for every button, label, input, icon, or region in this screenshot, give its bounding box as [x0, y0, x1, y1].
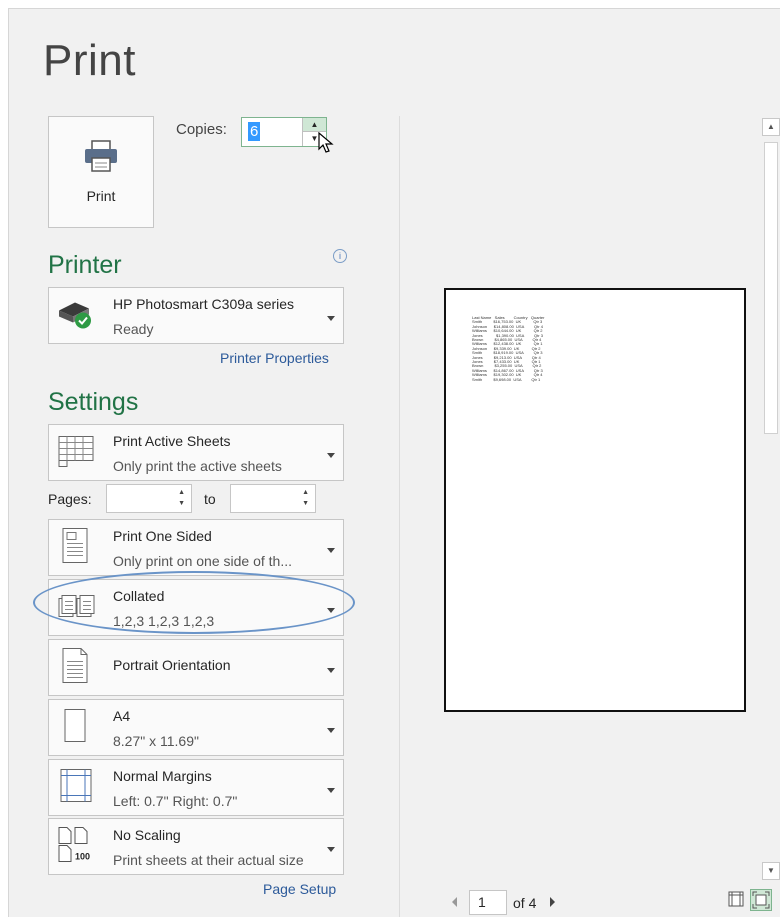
- portrait-icon: [55, 645, 95, 690]
- print-button-label: Print: [86, 188, 116, 204]
- scaling-icon: 100: [55, 823, 97, 870]
- show-margins-icon[interactable]: [726, 889, 748, 911]
- page-title: Print: [43, 36, 136, 85]
- panel-divider: [399, 116, 400, 917]
- scrollbar-thumb[interactable]: [764, 142, 778, 434]
- paper-size-dropdown[interactable]: A4 8.27" x 11.69": [48, 699, 344, 756]
- margins-icon: [55, 765, 95, 810]
- orientation-label: Portrait Orientation: [113, 657, 231, 673]
- print-preview-page: Last Name Sales Country Quarter Smith $16…: [444, 288, 746, 712]
- paper-size-label: A4: [113, 708, 131, 724]
- scroll-down-icon[interactable]: ▼: [762, 862, 780, 880]
- print-button[interactable]: Print: [48, 116, 154, 228]
- sides-desc: Only print on one side of th...: [113, 553, 292, 569]
- pages-to-label: to: [204, 491, 216, 507]
- scaling-percent: 100: [75, 851, 90, 861]
- mouse-cursor-icon: [318, 131, 334, 159]
- current-page-input[interactable]: 1: [469, 890, 507, 915]
- preview-scrollbar[interactable]: [762, 116, 780, 880]
- scroll-up-icon[interactable]: ▲: [762, 118, 780, 136]
- spin-up-icon[interactable]: ▲: [303, 118, 326, 132]
- preview-sheet-content: Last Name Sales Country Quarter Smith $16…: [472, 315, 544, 382]
- print-what-desc: Only print the active sheets: [113, 458, 282, 474]
- zoom-to-page-icon[interactable]: [750, 889, 772, 911]
- pages-label: Pages:: [48, 491, 92, 507]
- chevron-down-icon: [327, 727, 335, 733]
- active-sheets-icon: [55, 432, 97, 473]
- chevron-down-icon: [327, 846, 335, 852]
- pages-from-input[interactable]: ▲ ▼: [106, 484, 192, 513]
- scaling-dropdown[interactable]: 100 No Scaling Print sheets at their act…: [48, 818, 344, 875]
- chevron-down-icon: [327, 547, 335, 553]
- paper-icon: [55, 705, 95, 750]
- chevron-down-icon: [327, 787, 335, 793]
- highlight-annotation: [33, 571, 355, 634]
- paper-size-desc: 8.27" x 11.69": [113, 733, 199, 749]
- printer-ready-icon: [55, 296, 95, 335]
- one-sided-icon: [55, 525, 95, 570]
- copies-label: Copies:: [176, 121, 227, 138]
- printer-properties-link[interactable]: Printer Properties: [220, 350, 329, 366]
- margins-label: Normal Margins: [113, 768, 212, 784]
- scaling-desc: Print sheets at their actual size: [113, 852, 304, 868]
- next-page-icon[interactable]: [550, 897, 555, 907]
- scaling-label: No Scaling: [113, 827, 181, 843]
- sides-label: Print One Sided: [113, 528, 212, 544]
- chevron-down-icon: [327, 452, 335, 458]
- spin-down-icon[interactable]: ▼: [302, 500, 309, 507]
- page-setup-link[interactable]: Page Setup: [263, 881, 336, 897]
- spin-up-icon[interactable]: ▲: [178, 489, 185, 496]
- printer-dropdown[interactable]: HP Photosmart C309a series Ready: [48, 287, 344, 344]
- margins-desc: Left: 0.7" Right: 0.7": [113, 793, 238, 809]
- margins-dropdown[interactable]: Normal Margins Left: 0.7" Right: 0.7": [48, 759, 344, 816]
- chevron-down-icon: [327, 667, 335, 673]
- pages-to-input[interactable]: ▲ ▼: [230, 484, 316, 513]
- previous-page-icon[interactable]: [452, 897, 457, 907]
- printer-icon: [83, 139, 119, 178]
- preview-row: Smith $9,698.00 USA Qtr 1: [472, 376, 541, 382]
- printer-status: Ready: [113, 321, 154, 337]
- orientation-dropdown[interactable]: Portrait Orientation: [48, 639, 344, 696]
- copies-value[interactable]: 6: [248, 122, 261, 141]
- settings-heading: Settings: [48, 388, 139, 416]
- copies-stepper[interactable]: 6 ▲ ▼: [241, 117, 327, 147]
- sides-dropdown[interactable]: Print One Sided Only print on one side o…: [48, 519, 344, 576]
- printer-heading: Printer: [48, 251, 122, 279]
- printer-name: HP Photosmart C309a series: [113, 296, 295, 312]
- page-count: of 4: [513, 895, 537, 911]
- chevron-down-icon: [327, 315, 335, 321]
- print-what-label: Print Active Sheets: [113, 433, 231, 449]
- print-what-dropdown[interactable]: Print Active Sheets Only print the activ…: [48, 424, 344, 481]
- spin-down-icon[interactable]: ▼: [178, 500, 185, 507]
- info-icon[interactable]: i: [333, 249, 347, 263]
- spin-up-icon[interactable]: ▲: [302, 489, 309, 496]
